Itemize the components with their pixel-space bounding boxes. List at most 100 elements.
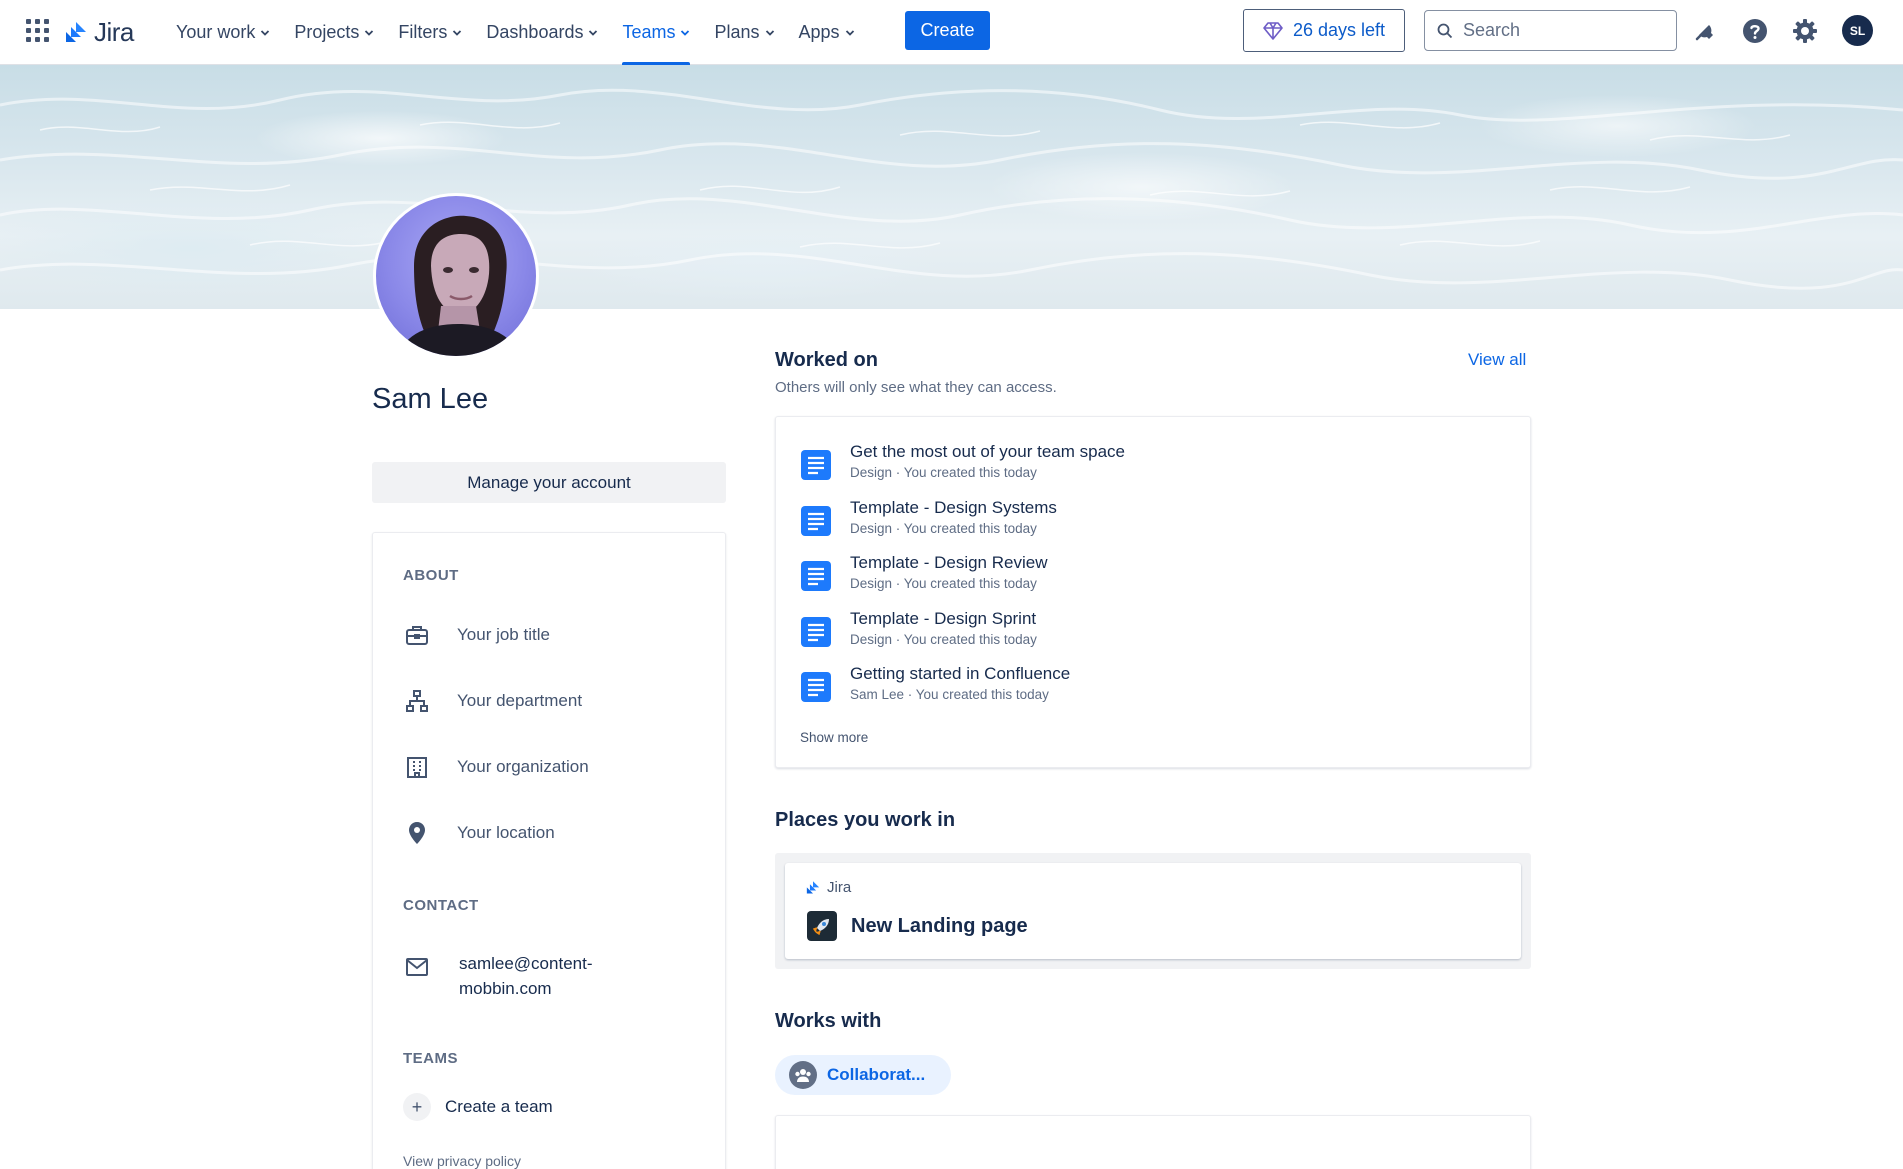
list-item[interactable]: Template - Design Systems Design · You cr… [800, 497, 1057, 537]
document-icon [801, 561, 831, 591]
chevron-down-icon [261, 29, 270, 36]
create-team-button[interactable]: + Create a team [403, 1093, 553, 1121]
jira-logo-icon [806, 880, 820, 894]
contact-email[interactable]: samlee@content-mobbin.com [459, 951, 659, 1001]
nav-projects[interactable]: Projects [294, 0, 374, 65]
profile-header-image [0, 65, 1903, 309]
document-icon [801, 506, 831, 536]
jira-logo-icon [66, 21, 86, 42]
collaborator-pill[interactable]: Collaborat... [775, 1055, 951, 1095]
worked-on-subtitle: Others will only see what they can acces… [775, 379, 1057, 396]
create-team-label: Create a team [445, 1097, 553, 1116]
document-icon [801, 672, 831, 702]
logo-text: Jira [94, 17, 134, 47]
privacy-policy-link[interactable]: View privacy policy [403, 1153, 521, 1169]
location-pin-icon [403, 819, 431, 847]
nav-label: Your work [176, 22, 256, 42]
search-input[interactable] [1463, 20, 1663, 41]
plus-icon: + [403, 1093, 431, 1121]
trial-label: 26 days left [1292, 20, 1386, 40]
nav-filters[interactable]: Filters [398, 0, 462, 65]
nav-your-work[interactable]: Your work [176, 0, 270, 65]
nav-dashboards[interactable]: Dashboards [486, 0, 598, 65]
department-field[interactable]: Your department [403, 687, 582, 715]
item-meta: Design · You created this today [850, 576, 1037, 591]
item-title: Getting started in Confluence [850, 664, 1071, 683]
chevron-down-icon [845, 29, 854, 36]
chevron-down-icon [765, 29, 774, 36]
item-meta: Design · You created this today [850, 521, 1037, 536]
nav-label: Apps [798, 22, 840, 42]
help-button[interactable] [1740, 16, 1770, 46]
item-meta: Sam Lee · You created this today [850, 687, 1049, 702]
notifications-button[interactable] [1690, 16, 1720, 46]
about-heading: ABOUT [403, 567, 459, 584]
chevron-down-icon [365, 29, 374, 36]
chevron-down-icon [453, 29, 462, 36]
item-meta: Design · You created this today [850, 632, 1037, 647]
nav-teams[interactable]: Teams [622, 0, 691, 65]
view-all-link[interactable]: View all [1468, 350, 1526, 370]
place-project-name: New Landing page [851, 914, 1028, 937]
briefcase-icon [403, 621, 431, 649]
water-texture [0, 88, 1903, 290]
settings-button[interactable] [1790, 16, 1820, 46]
organization-field[interactable]: Your organization [403, 753, 589, 781]
list-item[interactable]: Getting started in Confluence Sam Lee · Y… [800, 663, 1070, 703]
search-icon [1437, 23, 1453, 38]
rocket-icon [807, 911, 837, 941]
jira-logo[interactable]: Jira [64, 17, 134, 48]
document-icon [801, 450, 831, 480]
organization-label: Your organization [457, 757, 589, 776]
profile-photo [397, 215, 521, 356]
search-box[interactable] [1424, 10, 1677, 51]
list-item[interactable]: Template - Design Sprint Design · You cre… [800, 608, 1037, 648]
email-icon [403, 953, 431, 981]
location-label: Your location [457, 823, 555, 842]
department-label: Your department [457, 691, 583, 710]
nav-label: Plans [714, 22, 760, 42]
top-navigation: Jira Your work Projects Filters Dashboar… [0, 0, 1903, 65]
teams-heading: TEAMS [403, 1050, 458, 1067]
document-icon [801, 617, 831, 647]
nav-label: Teams [622, 22, 676, 42]
create-button[interactable]: Create [905, 11, 990, 50]
app-switcher-icon[interactable] [26, 19, 50, 43]
worked-on-card: Get the most out of your team space Desig… [775, 416, 1531, 768]
places-container: Jira New Landing page [775, 853, 1531, 969]
nav-label: Filters [398, 22, 448, 42]
item-title: Template - Design Systems [850, 498, 1057, 517]
about-card: ABOUT Your job title Your department You… [372, 532, 726, 1169]
team-icon [789, 1061, 817, 1089]
place-app-label: Jira [805, 879, 851, 896]
nav-label: Projects [294, 22, 360, 42]
list-item[interactable]: Template - Design Review Design · You cre… [800, 552, 1047, 592]
places-heading: Places you work in [775, 809, 956, 831]
job-title-label: Your job title [457, 625, 550, 644]
email-icon-wrap [403, 953, 457, 981]
job-title-field[interactable]: Your job title [403, 621, 550, 649]
manage-account-button[interactable]: Manage your account [372, 462, 726, 503]
item-title: Get the most out of your team space [850, 442, 1125, 461]
profile-avatar[interactable] [373, 193, 539, 359]
gem-icon [1263, 21, 1283, 40]
show-more-button[interactable]: Show more [800, 730, 868, 745]
list-item[interactable]: Get the most out of your team space Desig… [800, 441, 1125, 481]
chevron-down-icon [589, 29, 598, 36]
place-project: New Landing page [807, 911, 1028, 941]
worked-on-heading: Worked on [775, 349, 878, 371]
nav-apps[interactable]: Apps [799, 0, 855, 65]
works-with-card [775, 1115, 1531, 1169]
nav-label: Dashboards [486, 22, 584, 42]
place-card[interactable]: Jira New Landing page [785, 863, 1521, 959]
user-avatar-button[interactable]: SL [1842, 15, 1873, 46]
chevron-down-icon [681, 29, 690, 36]
building-icon [403, 753, 431, 781]
nav-plans[interactable]: Plans [714, 0, 774, 65]
item-meta: Design · You created this today [850, 465, 1037, 480]
primary-nav: Your work Projects Filters Dashboards Te… [176, 0, 879, 65]
notification-bell-icon [1695, 25, 1713, 41]
item-title: Template - Design Review [850, 553, 1048, 572]
trial-days-left-button[interactable]: 26 days left [1243, 9, 1405, 52]
location-field[interactable]: Your location [403, 819, 555, 847]
